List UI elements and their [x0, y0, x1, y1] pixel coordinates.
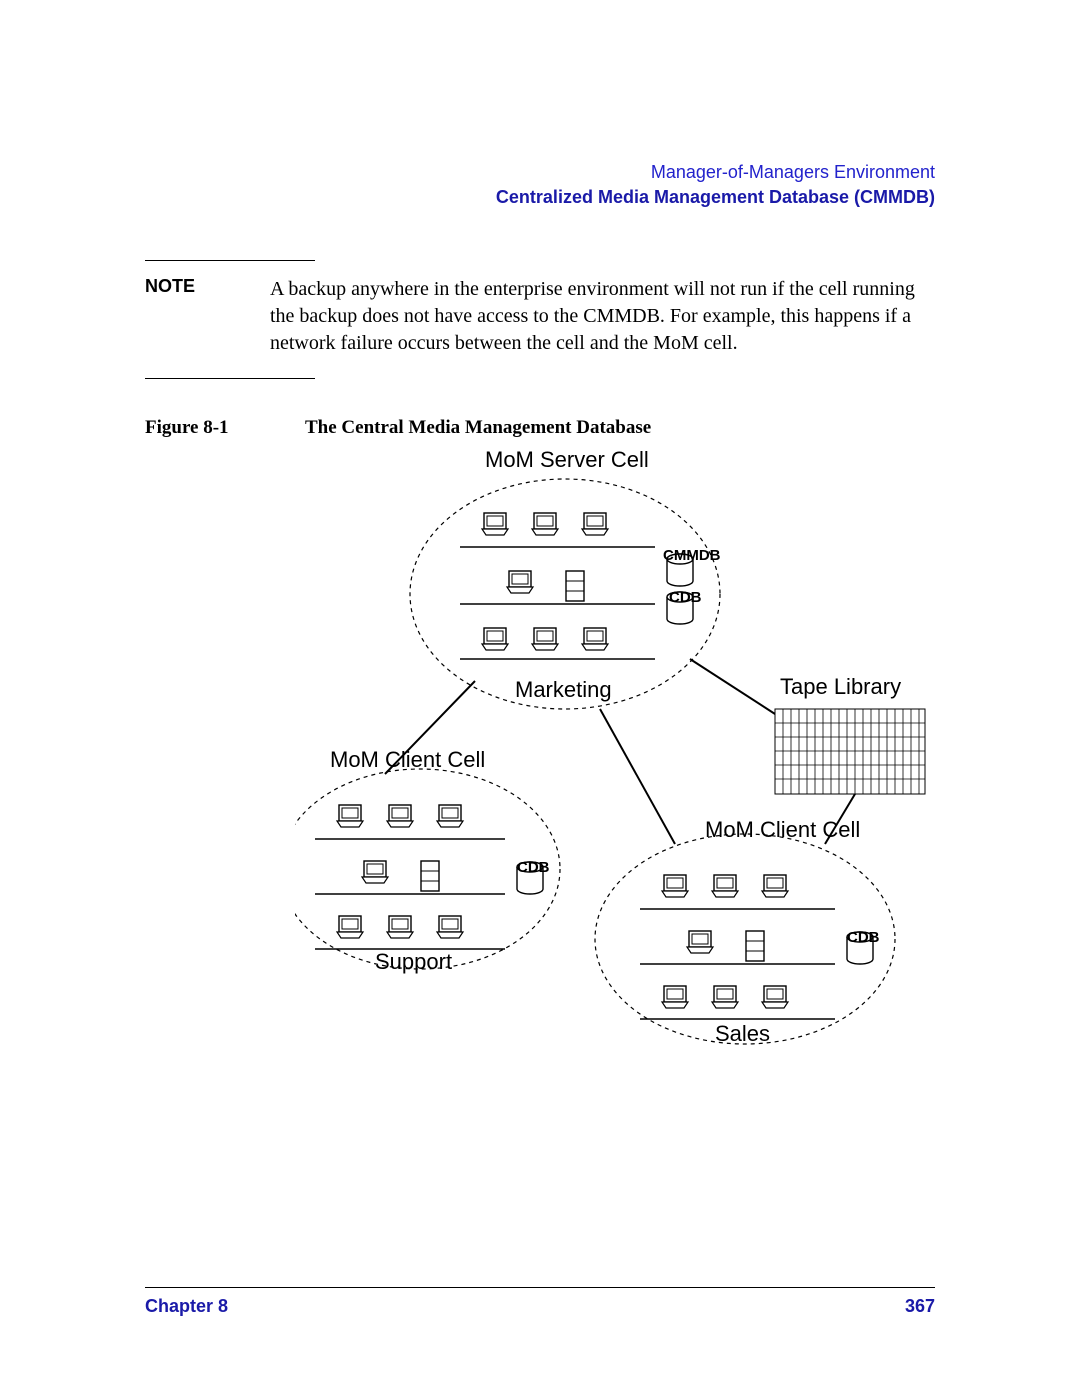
- diagram: MoM Server Cell CMMDB CDB Marketing Tape…: [295, 449, 935, 1089]
- header-section: Manager-of-Managers Environment: [145, 160, 935, 185]
- label-tape-library: Tape Library: [780, 674, 901, 700]
- label-marketing: Marketing: [515, 677, 612, 703]
- label-cdb-support: CDB: [517, 859, 550, 876]
- label-cdb-sales: CDB: [847, 929, 880, 946]
- label-mom-server-cell: MoM Server Cell: [485, 447, 649, 473]
- label-cmmdb: CMMDB: [663, 547, 721, 564]
- figure-caption: Figure 8-1 The Central Media Management …: [145, 417, 935, 439]
- note-label: NOTE: [145, 276, 240, 357]
- header-topic: Centralized Media Management Database (C…: [145, 185, 935, 210]
- label-cdb-server: CDB: [669, 589, 702, 606]
- page-header: Manager-of-Managers Environment Centrali…: [145, 160, 935, 210]
- note-body: A backup anywhere in the enterprise envi…: [270, 276, 935, 357]
- figure-label: Figure 8-1: [145, 417, 265, 439]
- footer-chapter: Chapter 8: [145, 1296, 228, 1317]
- page-footer: Chapter 8 367: [145, 1287, 935, 1317]
- label-sales: Sales: [715, 1021, 770, 1047]
- note-block: NOTE A backup anywhere in the enterprise…: [145, 260, 935, 379]
- label-support: Support: [375, 949, 452, 975]
- footer-page-number: 367: [905, 1296, 935, 1317]
- label-mom-client-cell-2: MoM Client Cell: [705, 817, 860, 843]
- label-mom-client-cell-1: MoM Client Cell: [330, 747, 485, 773]
- figure-title: The Central Media Management Database: [305, 417, 651, 439]
